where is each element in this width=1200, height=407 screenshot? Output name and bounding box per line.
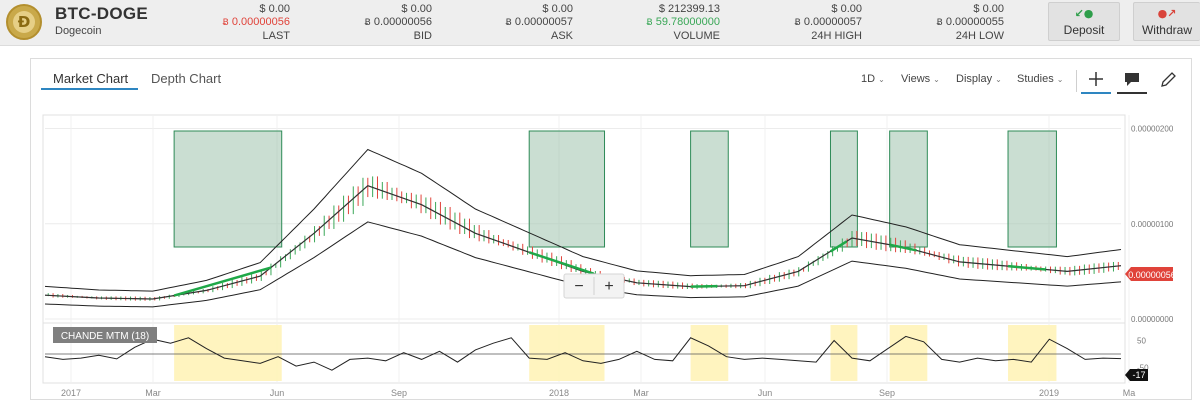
active-tab-indicator — [41, 88, 138, 90]
stat-btc: Ƀ 0.00000056 — [364, 16, 432, 28]
stat-usd: $ 212399.13 — [658, 3, 720, 15]
osc-highlight-box — [174, 325, 282, 381]
deposit-arrow-icon: ↙● — [1074, 7, 1094, 20]
trend-line — [1007, 264, 1046, 271]
stat-label: 24H LOW — [955, 30, 1004, 42]
market-pair-title: BTC-DOGE — [55, 4, 149, 23]
stat-btc: Ƀ 0.00000055 — [936, 16, 1004, 28]
studies-menu[interactable]: Studies ⌄ — [1017, 73, 1063, 85]
chevron-down-icon: ⌄ — [878, 75, 885, 84]
chart-panel: Market Chart Depth Chart 1D ⌄ Views ⌄ Disp… — [30, 58, 1192, 400]
stat-usd: $ 0.00 — [973, 3, 1004, 15]
time-axis-label: Jun — [270, 388, 285, 398]
osc-tag-text: -17 — [1132, 370, 1145, 380]
stat-label: LAST — [262, 30, 290, 42]
withdraw-arrow-icon: ●↗ — [1157, 7, 1177, 20]
osc-highlight-box — [1008, 325, 1057, 381]
stat-volume: $ 212399.13 Ƀ 59.78000000 VOLUME — [600, 3, 720, 43]
rise-highlight-box — [829, 130, 858, 248]
trend-line — [528, 251, 595, 275]
time-axis-label: 2019 — [1039, 388, 1059, 398]
comment-icon — [1125, 73, 1139, 86]
chevron-down-icon: ⌄ — [1056, 75, 1064, 84]
time-axis-label: Mar — [633, 388, 649, 398]
rise-highlight-box — [173, 130, 283, 248]
dogecoin-logo-icon: Ð — [6, 4, 42, 40]
logo-glyph: Ð — [17, 13, 31, 31]
osc-highlight-box — [830, 325, 858, 381]
display-menu[interactable]: Display ⌄ — [956, 73, 1002, 85]
stat-label: BID — [413, 30, 432, 42]
indicator-label[interactable]: CHANDE MTM (18) — [53, 327, 157, 343]
rise-highlight-box — [690, 130, 729, 248]
stat-btc: Ƀ 0.00000056 — [222, 16, 290, 28]
toolbar-divider — [1076, 70, 1077, 92]
comment-tool-bar — [1117, 92, 1147, 94]
trend-line — [173, 266, 272, 297]
rise-highlight-box — [1007, 130, 1057, 248]
stat-24h-high: $ 0.00 Ƀ 0.00000057 24H HIGH — [742, 3, 862, 43]
withdraw-button[interactable]: ●↗ Withdraw — [1133, 2, 1200, 41]
time-axis-label: Jun — [758, 388, 773, 398]
price-axis-label: 0.00000200 — [1131, 125, 1174, 134]
crosshair-active-bar — [1081, 92, 1111, 94]
withdraw-label: Withdraw — [1141, 23, 1192, 37]
osc-highlight-box — [889, 325, 928, 381]
market-chart-canvas[interactable]: 0.000002000.000001000.0000000050-502017 M… — [31, 109, 1191, 399]
zoom-in-button[interactable]: + — [604, 278, 613, 295]
stat-label: 24H HIGH — [811, 30, 862, 42]
draw-tool[interactable] — [1153, 67, 1183, 91]
chande-oscillator — [44, 325, 1122, 381]
crosshair-icon — [1089, 72, 1103, 86]
tab-market-chart[interactable]: Market Chart — [53, 71, 128, 86]
current-osc-tag: -17 — [1125, 369, 1148, 381]
price-tag-text: 0.00000056 — [1128, 270, 1176, 280]
price-axis-label: 0.00000100 — [1131, 220, 1174, 229]
time-axis-label: Sep — [391, 388, 407, 398]
time-axis-label: 2017 — [61, 388, 81, 398]
rise-highlight-box — [528, 130, 606, 248]
zoom-controls: − + — [563, 273, 625, 299]
stat-label: ASK — [550, 30, 573, 42]
rise-highlight-box — [889, 130, 928, 248]
views-menu[interactable]: Views ⌄ — [901, 73, 940, 85]
deposit-label: Deposit — [1063, 23, 1105, 37]
stat-bid: $ 0.00 Ƀ 0.00000056 BID — [312, 3, 432, 43]
chevron-down-icon: ⌄ — [995, 75, 1002, 84]
time-axis-label: 2018 — [549, 388, 569, 398]
coin-name: Dogecoin — [55, 25, 102, 37]
deposit-button[interactable]: ↙● Deposit — [1048, 2, 1120, 41]
crosshair-tool[interactable] — [1081, 67, 1111, 91]
rise-highlight-boxes — [173, 130, 1057, 248]
stat-usd: $ 0.00 — [542, 3, 573, 15]
current-price-tag: 0.00000056 — [1125, 267, 1176, 281]
chevron-down-icon: ⌄ — [933, 75, 940, 84]
time-axis-label: Sep — [879, 388, 895, 398]
indicator-label-text: CHANDE MTM (18) — [61, 331, 149, 342]
stat-usd: $ 0.00 — [831, 3, 862, 15]
comment-tool[interactable] — [1117, 67, 1147, 91]
pencil-icon — [1161, 72, 1176, 87]
osc-axis-label: 50 — [1137, 337, 1146, 346]
stat-label: VOLUME — [673, 30, 720, 42]
tab-depth-chart[interactable]: Depth Chart — [151, 71, 221, 86]
stat-ask: $ 0.00 Ƀ 0.00000057 ASK — [453, 3, 573, 43]
stat-btc: Ƀ 0.00000057 — [505, 16, 573, 28]
zoom-out-button[interactable]: − — [574, 278, 583, 295]
stat-btc: Ƀ 0.00000057 — [794, 16, 862, 28]
osc-highlight-box — [690, 325, 729, 381]
ticker-bar: Ð BTC-DOGE Dogecoin $ 0.00 Ƀ 0.00000056 … — [0, 0, 1200, 46]
stat-usd: $ 0.00 — [401, 3, 432, 15]
time-axis-label: Mar — [145, 388, 161, 398]
interval-menu[interactable]: 1D ⌄ — [861, 73, 885, 85]
price-axis-label: 0.00000000 — [1131, 315, 1174, 324]
stat-last: $ 0.00 Ƀ 0.00000056 LAST — [170, 3, 290, 43]
stat-btc: Ƀ 59.78000000 — [646, 16, 720, 28]
stat-24h-low: $ 0.00 Ƀ 0.00000055 24H LOW — [884, 3, 1004, 43]
time-axis-label: Ma — [1123, 388, 1136, 398]
stat-usd: $ 0.00 — [259, 3, 290, 15]
